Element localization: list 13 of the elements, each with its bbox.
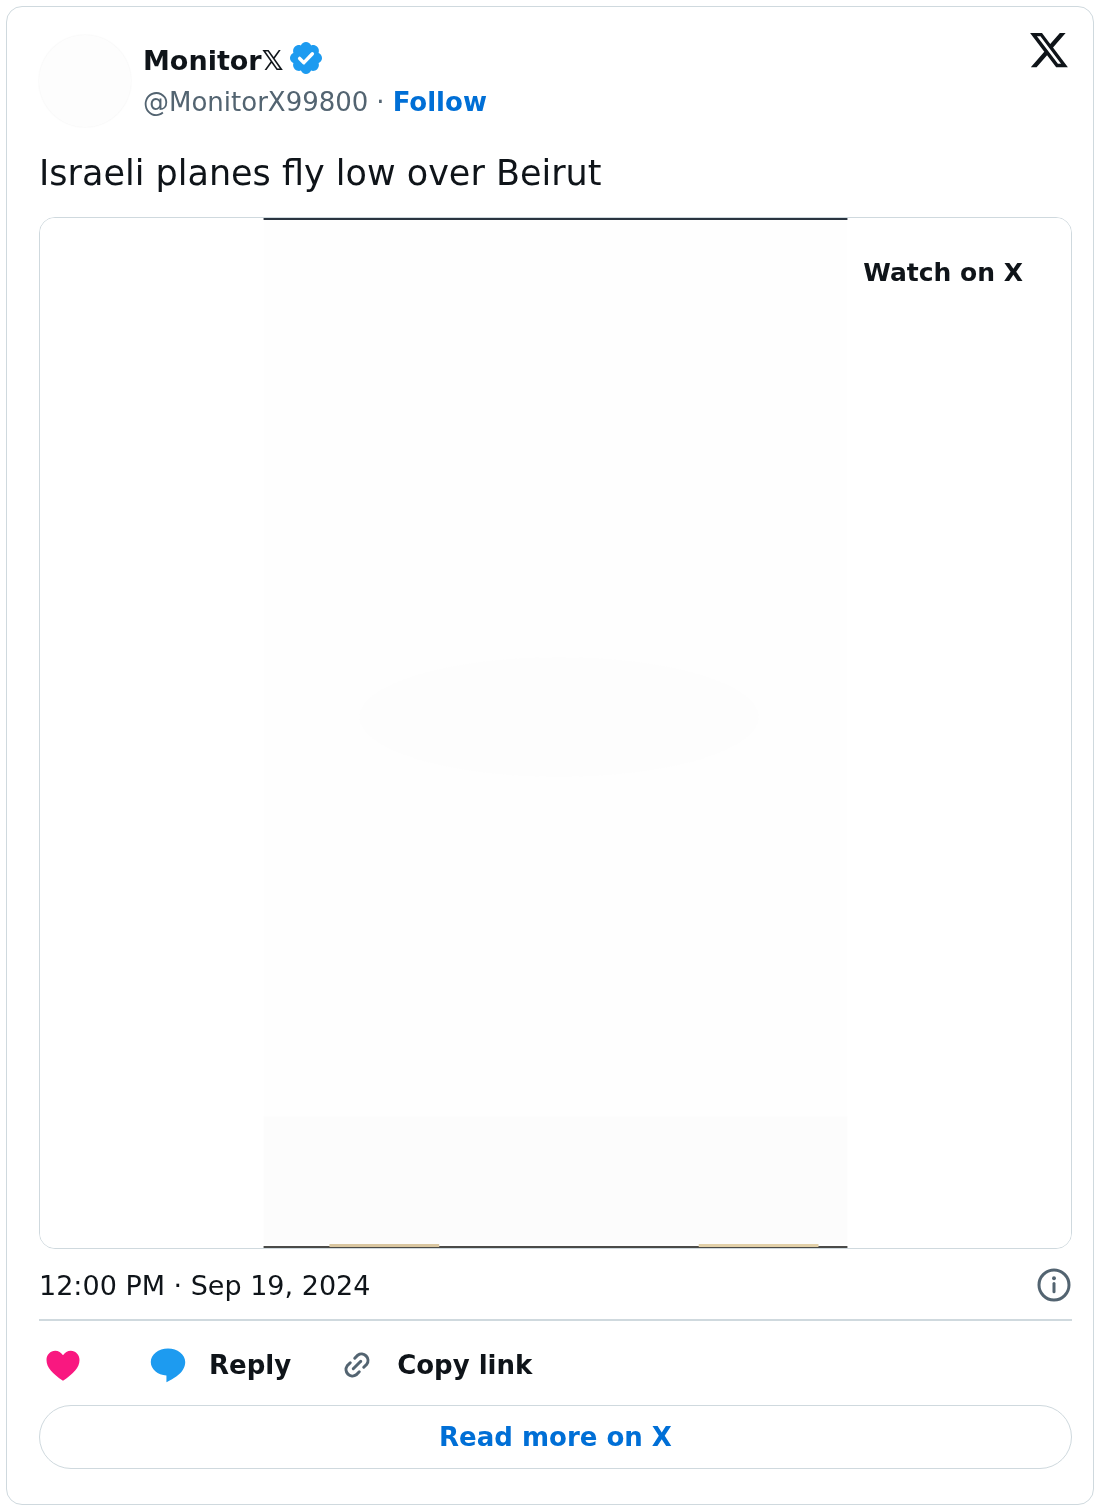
- speech-bubble-icon[interactable]: [149, 1347, 187, 1383]
- watch-on-x-link[interactable]: Watch on X: [863, 258, 1023, 287]
- timestamp[interactable]: 12:00 PM · Sep 19, 2024: [39, 1269, 371, 1301]
- heart-icon[interactable]: [45, 1348, 81, 1382]
- display-name[interactable]: Monitor𝕏: [143, 44, 284, 76]
- reply-label[interactable]: Reply: [209, 1350, 292, 1380]
- follow-link[interactable]: Follow: [392, 87, 487, 117]
- read-more-button[interactable]: Read more on X: [39, 1405, 1072, 1469]
- info-icon[interactable]: [1036, 1267, 1072, 1303]
- copy-label[interactable]: Copy link: [397, 1350, 533, 1380]
- separator-dot: ·: [376, 87, 385, 117]
- tweet-text: Israeli planes fly low over Beirut: [39, 153, 603, 193]
- user-handle[interactable]: @MonitorX99800: [143, 87, 369, 117]
